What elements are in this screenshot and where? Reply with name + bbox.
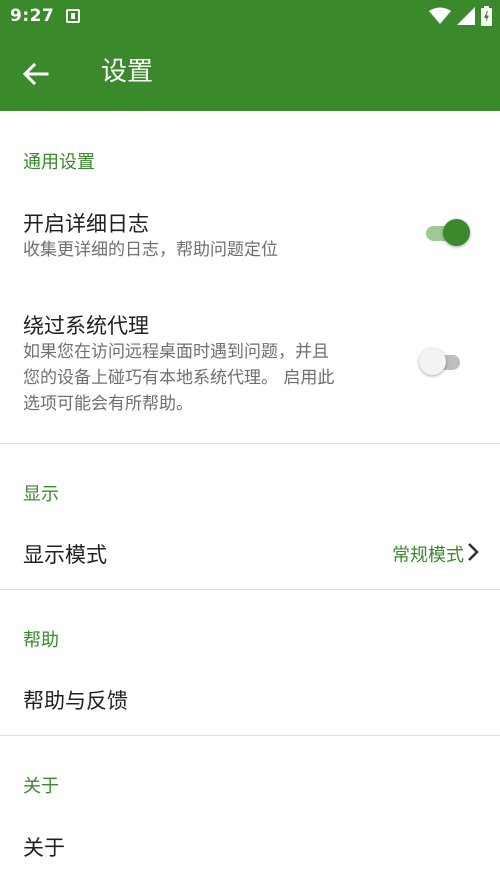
pref-about-title: 关于 (23, 836, 65, 860)
status-time: 9:27 (10, 6, 55, 26)
status-bar: 9:27 (0, 0, 500, 34)
pref-display-mode-title: 显示模式 (23, 543, 107, 567)
page-title: 设置 (101, 57, 154, 87)
section-header-display: 显示 (23, 484, 59, 505)
switch-thumb (419, 348, 446, 375)
divider (0, 589, 500, 590)
pref-verbose-log-title: 开启详细日志 (23, 212, 149, 236)
pref-bypass-proxy-summary: 如果您在访问远程桌面时遇到问题，并且 您的设备上碰巧有本地系统代理。 启用此 选… (23, 339, 393, 417)
bypass-proxy-switch[interactable] (419, 348, 464, 376)
pref-bypass-proxy-title: 绕过系统代理 (23, 314, 149, 338)
app-bar: 9:27 设置 (0, 0, 500, 111)
battery-charging-icon (481, 6, 492, 26)
verbose-log-switch[interactable] (426, 219, 470, 247)
toolbar: 设置 (0, 34, 500, 111)
divider (0, 735, 500, 736)
section-header-general: 通用设置 (23, 152, 95, 173)
section-header-about: 关于 (23, 776, 59, 797)
summary-line: 选项可能会有所帮助。 (23, 394, 193, 414)
notification-a-icon (66, 9, 80, 23)
pref-help-feedback-title: 帮助与反馈 (23, 689, 128, 713)
back-button[interactable] (16, 54, 56, 94)
divider (0, 443, 500, 444)
wifi-icon (429, 7, 451, 24)
summary-line: 您的设备上碰巧有本地系统代理。 启用此 (23, 368, 335, 388)
arrow-back-icon (23, 63, 49, 85)
pref-verbose-log-summary: 收集更详细的日志，帮助问题定位 (23, 240, 278, 260)
chevron-right-icon (468, 543, 479, 561)
display-mode-value: 常规模式 (392, 545, 464, 566)
signal-icon (457, 7, 475, 25)
switch-thumb (443, 219, 470, 246)
section-header-help: 帮助 (23, 630, 59, 651)
summary-line: 如果您在访问远程桌面时遇到问题，并且 (23, 342, 329, 362)
status-icons (429, 6, 492, 26)
